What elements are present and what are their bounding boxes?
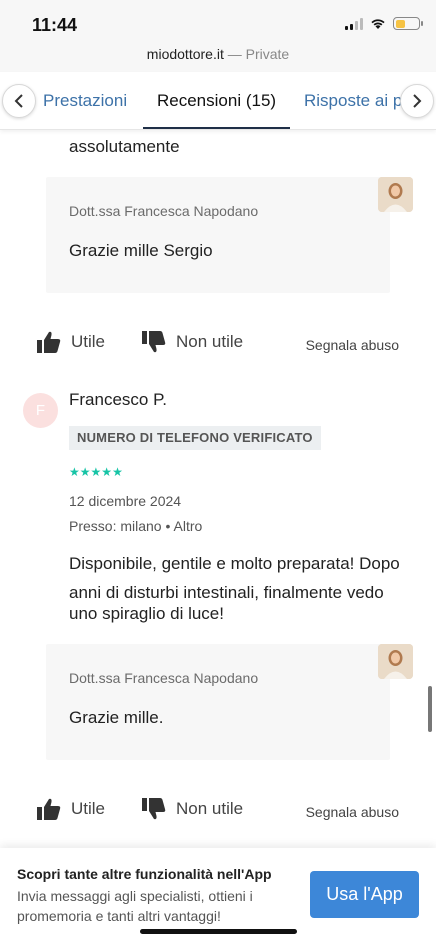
report-abuse-link[interactable]: Segnala abuso <box>306 337 399 353</box>
reply-text: Grazie mille Sergio <box>69 241 213 260</box>
review-text-line: uno spiraglio di luce! <box>69 604 224 623</box>
reviewer-name: Francesco P. <box>69 390 167 409</box>
review-actions: Utile Non utile Segnala abuso <box>0 798 436 828</box>
banner-text: Invia messaggi agli specialisti, ottieni… <box>17 888 253 924</box>
url-bar[interactable]: miodottore.it — Private <box>0 44 436 72</box>
banner-title: Scopri tante altre funzionalità nell'App <box>17 866 272 882</box>
status-bar: 11:44 <box>0 0 436 44</box>
wifi-icon <box>371 19 385 29</box>
url-domain: miodottore.it <box>146 46 224 62</box>
section-tabs: Prestazioni Recensioni (15) Risposte ai … <box>0 72 436 130</box>
use-app-button[interactable]: Usa l'App <box>310 871 419 918</box>
thumbs-down-icon <box>142 331 166 353</box>
review-location: Presso: milano • Altro <box>69 518 203 534</box>
tab-risposte[interactable]: Risposte ai p <box>304 91 402 111</box>
useful-button[interactable]: Utile <box>37 331 105 353</box>
star-icon: ★ <box>101 465 113 479</box>
reply-author: Dott.ssa Francesca Napodano <box>69 670 259 686</box>
status-time: 11:44 <box>32 15 78 35</box>
reply-text: Grazie mille. <box>69 708 164 727</box>
star-icon: ★ <box>69 465 80 479</box>
report-abuse-link[interactable]: Segnala abuso <box>306 804 399 820</box>
thumbs-up-icon <box>37 331 61 353</box>
home-indicator <box>140 929 297 934</box>
useful-button[interactable]: Utile <box>37 798 105 820</box>
doctor-reply-box: Dott.ssa Francesca Napodano Grazie mille… <box>46 177 390 293</box>
star-icon: ★ <box>90 465 102 479</box>
review-date: 12 dicembre 2024 <box>69 493 182 509</box>
review-text-line: Disponibile, gentile e molto preparata! … <box>69 554 400 573</box>
private-mode-label: — Private <box>223 46 290 62</box>
scrollbar-thumb[interactable] <box>428 686 432 732</box>
doctor-avatar <box>378 644 413 679</box>
not-useful-label: Non utile <box>176 799 244 818</box>
chevron-right-icon <box>413 94 422 108</box>
tabs-scroll-left-button[interactable] <box>2 84 36 118</box>
chevron-left-icon <box>14 94 23 108</box>
tab-prestazioni[interactable]: Prestazioni <box>43 91 127 111</box>
cellular-signal-icon <box>345 17 363 30</box>
not-useful-button[interactable]: Non utile <box>142 331 243 353</box>
rating-stars: ★ ★ ★ ★ ★ <box>69 466 123 478</box>
star-icon: ★ <box>112 465 123 479</box>
useful-label: Utile <box>71 332 106 351</box>
not-useful-label: Non utile <box>176 332 244 351</box>
verified-phone-badge: NUMERO DI TELEFONO VERIFICATO <box>69 426 321 450</box>
useful-label: Utile <box>71 799 106 818</box>
review-actions: Utile Non utile Segnala abuso <box>0 331 436 361</box>
previous-review-text: assolutamente <box>69 137 180 156</box>
thumbs-down-icon <box>142 798 166 820</box>
reviewer-avatar: F <box>23 393 58 428</box>
tabs-scroll-right-button[interactable] <box>400 84 434 118</box>
battery-icon <box>393 17 423 30</box>
star-icon: ★ <box>79 465 91 479</box>
status-icons <box>345 17 423 30</box>
reply-author: Dott.ssa Francesca Napodano <box>69 203 259 219</box>
tab-recensioni[interactable]: Recensioni (15) <box>157 91 276 111</box>
active-tab-indicator <box>143 127 290 129</box>
doctor-reply-box: Dott.ssa Francesca Napodano Grazie mille… <box>46 644 390 760</box>
not-useful-button[interactable]: Non utile <box>142 798 243 820</box>
doctor-avatar <box>378 177 413 212</box>
thumbs-up-icon <box>37 798 61 820</box>
